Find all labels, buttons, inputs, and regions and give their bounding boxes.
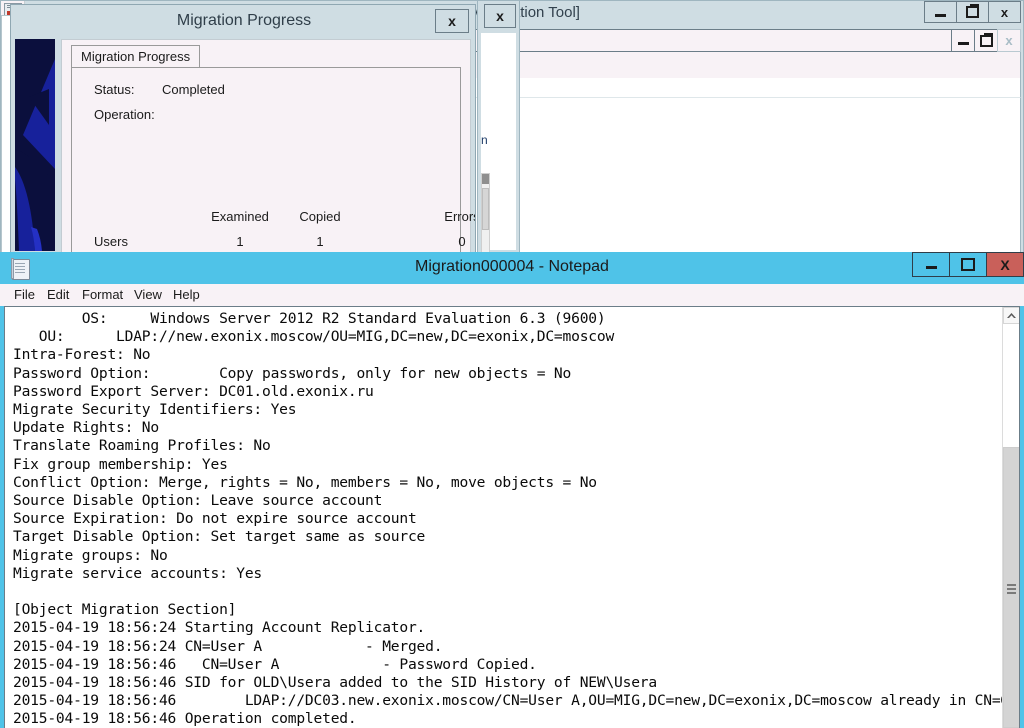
table-row-label-users: Users bbox=[94, 234, 128, 249]
scrollbar-thumb[interactable] bbox=[482, 188, 489, 230]
admt-close-button[interactable]: x bbox=[988, 1, 1021, 23]
menu-format[interactable]: Format bbox=[82, 287, 123, 302]
notepad-text-area[interactable]: OS: Windows Server 2012 R2 Standard Eval… bbox=[4, 306, 1020, 728]
secondary-dialog-list-pane: n bbox=[481, 33, 516, 285]
migration-progress-tabpane: Status: Completed Operation: Examined Co… bbox=[71, 67, 475, 253]
secondary-dialog: x n bbox=[477, 0, 520, 285]
notepad-close-button[interactable]: X bbox=[986, 252, 1024, 277]
notepad-window: Migration000004 - Notepad X File Edit Fo… bbox=[0, 252, 1024, 728]
screen: ctory Migration Tool] x x bbox=[0, 0, 1024, 728]
notepad-titlebar: Migration000004 - Notepad X bbox=[0, 252, 1024, 284]
status-value: Completed bbox=[162, 82, 225, 97]
admt-child-restore-button[interactable] bbox=[974, 29, 998, 52]
users-examined-value: 1 bbox=[236, 234, 244, 249]
menu-edit[interactable]: Edit bbox=[47, 287, 69, 302]
notepad-log-text: OS: Windows Server 2012 R2 Standard Eval… bbox=[13, 310, 1019, 728]
scrollbar-track[interactable] bbox=[1003, 324, 1019, 447]
column-header-examined: Examined bbox=[211, 209, 269, 224]
migration-progress-titlebar: Migration Progress x bbox=[11, 5, 475, 39]
close-icon: X bbox=[1000, 256, 1010, 273]
tab-migration-progress[interactable]: Migration Progress bbox=[71, 45, 201, 67]
scrollbar-thumb[interactable] bbox=[1003, 447, 1019, 728]
admt-mdi-child-controls: x bbox=[951, 29, 1021, 52]
menu-file[interactable]: File bbox=[14, 287, 35, 302]
admt-window-controls: x bbox=[924, 1, 1021, 23]
notepad-menubar: File Edit Format View Help bbox=[0, 284, 1024, 306]
menu-help[interactable]: Help bbox=[173, 287, 200, 302]
users-errors-value: 0 bbox=[458, 234, 466, 249]
restore-icon bbox=[979, 32, 993, 47]
notepad-window-controls: X bbox=[912, 252, 1024, 277]
notepad-title: Migration000004 - Notepad bbox=[415, 258, 609, 275]
maximize-icon bbox=[961, 258, 975, 271]
minimize-icon bbox=[925, 266, 937, 269]
secondary-dialog-close-button[interactable]: x bbox=[484, 4, 516, 28]
notepad-minimize-button[interactable] bbox=[912, 252, 950, 277]
restore-icon bbox=[966, 4, 979, 18]
admt-child-minimize-button[interactable] bbox=[951, 29, 975, 52]
menu-view[interactable]: View bbox=[134, 287, 162, 302]
minimize-icon bbox=[935, 13, 946, 17]
migration-progress-close-button[interactable]: x bbox=[435, 9, 469, 33]
minimize-icon bbox=[957, 42, 969, 45]
secondary-dialog-text-fragment: n bbox=[481, 133, 488, 147]
users-copied-value: 1 bbox=[316, 234, 324, 249]
notepad-vertical-scrollbar[interactable] bbox=[1002, 307, 1019, 728]
migration-progress-dialog: Migration Progress x Migration Progress … bbox=[10, 4, 476, 254]
notepad-maximize-button[interactable] bbox=[949, 252, 987, 277]
column-header-errors: Errors bbox=[444, 209, 475, 224]
scrollbar-grip-icon bbox=[1007, 584, 1016, 594]
admt-minimize-button[interactable] bbox=[924, 1, 957, 23]
admt-restore-button[interactable] bbox=[956, 1, 989, 23]
operation-label: Operation: bbox=[94, 107, 155, 122]
column-header-copied: Copied bbox=[299, 209, 341, 224]
banner-artwork bbox=[15, 39, 55, 251]
migration-progress-title: Migration Progress bbox=[176, 12, 312, 29]
chevron-up-icon bbox=[1007, 312, 1016, 318]
scrollbar-top-marker bbox=[482, 174, 489, 184]
status-label: Status: bbox=[94, 82, 135, 97]
wizard-banner-image bbox=[15, 39, 55, 251]
close-icon: x bbox=[1005, 33, 1013, 48]
scroll-up-button[interactable] bbox=[1003, 307, 1019, 324]
migration-progress-body: Migration Progress Status: Completed Ope… bbox=[61, 39, 475, 253]
admt-child-close-button[interactable]: x bbox=[997, 29, 1021, 52]
